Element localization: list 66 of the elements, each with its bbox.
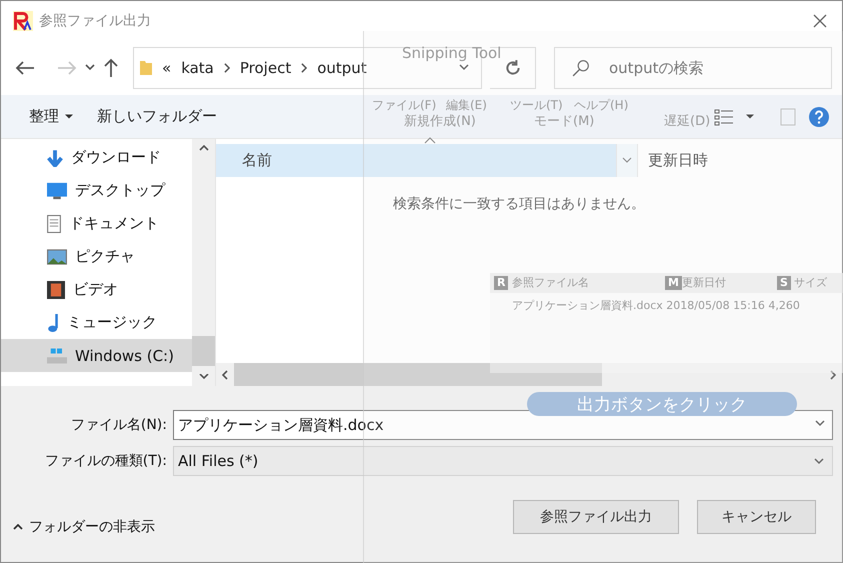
film-icon: [47, 280, 65, 299]
address-dropdown-icon: [459, 64, 469, 72]
scroll-down-icon[interactable]: [198, 374, 208, 380]
ghost-table-row-text: アプリケーション層資料.docx 2018/05/08 15:16 4,260: [511, 298, 801, 313]
breadcrumb-item[interactable]: kata: [181, 58, 214, 77]
breadcrumb-item[interactable]: Project: [240, 58, 292, 77]
back-arrow-icon[interactable]: [15, 60, 35, 76]
chevron-right-icon: [301, 62, 308, 73]
sidebar-item[interactable]: ピクチャ: [1, 240, 192, 274]
download-arrow-icon: [47, 148, 63, 167]
ghost-column-badge: S: [777, 276, 791, 290]
caret-icon[interactable]: [746, 114, 754, 119]
ghost-toolbar-item: 遅延(D): [664, 115, 710, 130]
ghost-column-header: 更新日付: [682, 276, 726, 290]
hide-folders-button[interactable]: フォルダーの非表示: [13, 518, 155, 536]
sidebar-item[interactable]: ドキュメント: [1, 207, 192, 240]
file-name-label: ファイル名(N):: [70, 416, 168, 434]
ghost-window-title: Snipping Tool: [402, 45, 502, 62]
close-icon[interactable]: [812, 12, 828, 29]
sidebar-item[interactable]: デスクトップ: [1, 174, 192, 208]
chevron-up-icon: [13, 524, 23, 530]
column-header[interactable]: 更新日時: [638, 144, 842, 178]
file-type-label: ファイルの種類(T):: [44, 452, 168, 470]
search-icon: [572, 58, 590, 77]
window-title: 参照ファイル出力: [39, 12, 151, 30]
help-icon[interactable]: [808, 106, 830, 128]
search-field[interactable]: outputの検索: [554, 46, 832, 89]
organize-menu-button[interactable]: 整理: [27, 103, 75, 130]
ghost-column-badge: M: [665, 276, 682, 290]
chevron-right-icon: [224, 62, 230, 73]
sidebar-item[interactable]: Windows (C:): [1, 339, 192, 372]
up-arrow-icon[interactable]: [103, 58, 119, 78]
cancel-button[interactable]: キャンセル: [697, 500, 816, 534]
ghost-toolbar-item: モード(M): [534, 115, 594, 130]
file-type-select[interactable]: All Files (*): [173, 446, 833, 476]
sort-caret-icon: [424, 137, 436, 144]
document-icon: [47, 214, 61, 233]
sidebar-item[interactable]: ビデオ: [1, 273, 192, 306]
empty-message: 検索条件に一致する項目はありません。: [392, 195, 646, 214]
horizontal-scrollbar[interactable]: [216, 363, 842, 386]
recent-dropdown-icon[interactable]: [85, 64, 95, 72]
breadcrumb-item[interactable]: output: [317, 58, 367, 77]
ghost-column-header: サイズ: [794, 276, 827, 290]
new-folder-button[interactable]: 新しいフォルダー: [95, 103, 219, 130]
folder-icon: [140, 60, 152, 76]
ghost-toolbar-item: 新規作成(N): [404, 115, 476, 130]
scroll-up-icon[interactable]: [198, 145, 208, 152]
dropdown-icon: [815, 420, 825, 427]
music-note-icon: [47, 314, 59, 332]
breadcrumb-overflow[interactable]: «: [162, 58, 172, 77]
output-button[interactable]: 参照ファイル出力: [513, 500, 679, 534]
vertical-scrollbar[interactable]: [192, 139, 215, 386]
caret-icon: [65, 114, 73, 119]
picture-icon: [47, 248, 67, 265]
ghost-column-header: 参照ファイル名: [512, 276, 589, 290]
dropdown-icon: [814, 458, 824, 464]
ghost-column-badge: R: [494, 276, 508, 290]
sidebar-item[interactable]: ダウンロード: [1, 141, 192, 174]
drive-icon: [47, 348, 67, 364]
desktop-icon: [47, 182, 67, 200]
scroll-right-icon[interactable]: [830, 370, 836, 380]
app-logo-icon: [13, 10, 33, 31]
sidebar-item[interactable]: ミュージック: [1, 306, 192, 340]
scrollbar-thumb[interactable]: [192, 336, 215, 366]
view-options-icon[interactable]: [714, 108, 734, 126]
scroll-left-icon[interactable]: [222, 370, 228, 380]
